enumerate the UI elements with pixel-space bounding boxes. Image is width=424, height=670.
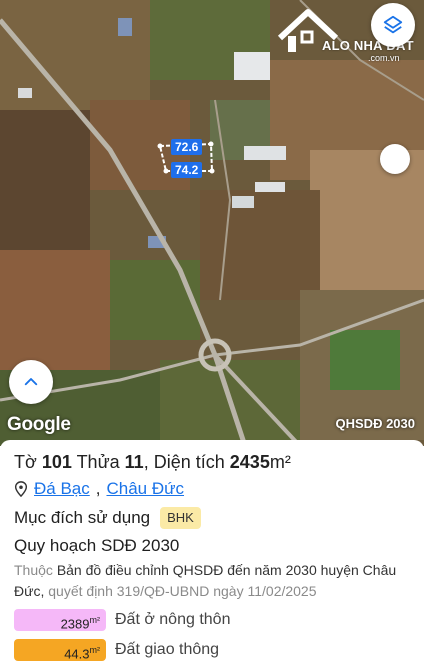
location-line: Đá Bạc, Châu Đức (14, 478, 410, 500)
sheet-label: Tờ (14, 452, 37, 472)
plan-title: Quy hoạch SDĐ 2030 (14, 536, 180, 555)
sheet-number: 101 (41, 452, 72, 472)
plot-edge-label-bottom: 74.2 (171, 162, 203, 178)
lot-label: Thửa (76, 452, 120, 472)
map-attribution: Google (7, 414, 71, 435)
parcel-info-panel: Tờ 101 Thửa 11, Diện tích 2435m² Đá Bạc,… (0, 440, 424, 670)
active-layer-label: QHSDĐ 2030 (335, 416, 415, 431)
plan-desc-prefix: Thuộc (14, 562, 53, 578)
district-link[interactable]: Châu Đức (106, 478, 184, 500)
map-handle-button[interactable] (380, 144, 410, 174)
purpose-code-badge: BHK (160, 507, 201, 529)
area-label: Diện tích (153, 452, 225, 472)
commune-link[interactable]: Đá Bạc (34, 478, 90, 500)
brand-logo-subtext: .com.vn (368, 53, 400, 63)
area-row: 2389m² Đất ở nông thôn (14, 608, 410, 632)
land-purpose-line: Mục đích sử dụng BHK (14, 506, 410, 530)
area-row: 44.3m² Đất giao thông (14, 638, 410, 662)
parcel-title: Tờ 101 Thửa 11, Diện tích 2435m² (14, 452, 291, 472)
expand-panel-button[interactable] (9, 360, 53, 404)
area-use-label: Đất ở nông thôn (115, 611, 231, 628)
area-use-label: Đất giao thông (115, 641, 220, 658)
plan-desc-suffix: quyết định 319/QĐ-UBND ngày 11/02/2025 (48, 583, 317, 599)
area-value: 2435 (229, 452, 270, 472)
plot-edge-label-top: 72.6 (171, 139, 203, 155)
area-unit: m² (269, 452, 291, 472)
area-badge: 2389m² (14, 609, 106, 631)
satellite-imagery (0, 0, 424, 446)
chevron-up-icon (24, 378, 38, 386)
map-layers-button[interactable] (371, 3, 415, 47)
map-view[interactable]: 72.6 74.2 ALO NHÀ ĐẤT .com.vn Google QHS… (0, 0, 424, 446)
plan-description: Thuộc Bản đồ điều chỉnh QHSDĐ đến năm 20… (14, 560, 410, 602)
purpose-label: Mục đích sử dụng (14, 508, 151, 527)
layers-icon (383, 15, 403, 34)
location-pin-icon (14, 481, 28, 497)
area-badge: 44.3m² (14, 639, 106, 661)
lot-number: 11 (124, 452, 144, 472)
